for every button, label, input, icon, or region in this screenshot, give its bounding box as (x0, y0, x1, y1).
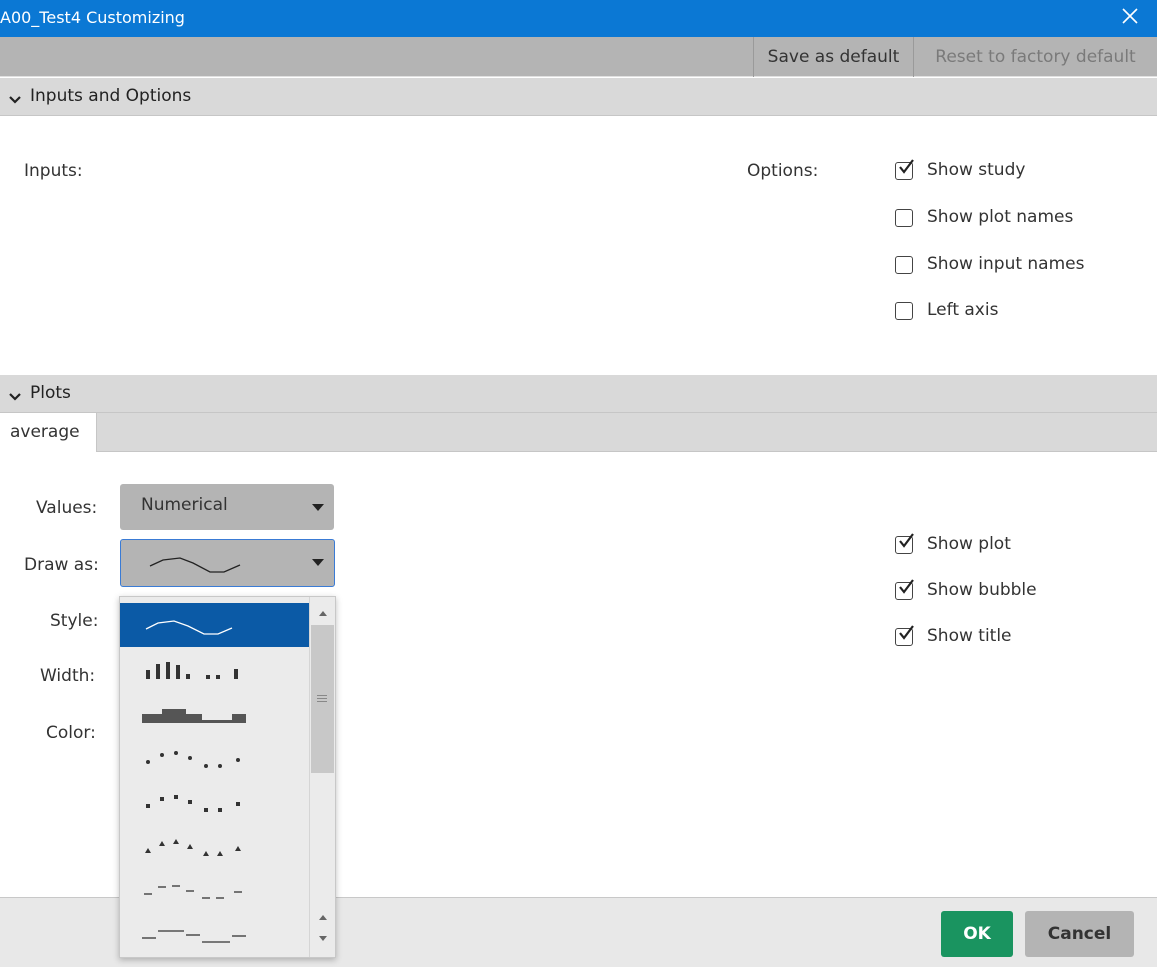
show-input-names-checkbox[interactable]: Show input names (895, 254, 1115, 278)
checkbox-checked-icon (895, 533, 914, 554)
caret-down-icon (312, 504, 324, 511)
draw-as-option-horizontal-segments[interactable] (120, 911, 310, 955)
show-bubble-checkbox[interactable]: Show bubble (895, 579, 1095, 604)
checkbox-checked-icon (895, 625, 914, 646)
scrollbar-thumb[interactable] (311, 625, 334, 773)
values-label: Values: (36, 498, 98, 518)
draw-as-option-triangles[interactable] (120, 823, 310, 867)
show-plot-names-checkbox[interactable]: Show plot names (895, 207, 1115, 231)
show-study-checkbox[interactable]: Show study (895, 159, 1115, 184)
show-title-label: Show title (927, 626, 1012, 646)
close-icon[interactable] (1119, 5, 1141, 27)
draw-as-option-squares[interactable] (120, 779, 310, 823)
draw-as-option-step-histogram[interactable] (120, 691, 310, 735)
scroll-up-arrow-icon[interactable] (319, 915, 327, 920)
dropdown-scrollbar[interactable] (309, 597, 335, 957)
draw-as-option-dashes[interactable] (120, 867, 310, 911)
cancel-button[interactable]: Cancel (1025, 911, 1134, 957)
checkbox-unchecked-icon (895, 302, 913, 320)
values-select[interactable]: Numerical (120, 484, 334, 530)
color-label: Color: (46, 723, 96, 743)
scroll-up-arrow-icon[interactable] (319, 611, 327, 616)
show-plot-checkbox[interactable]: Show plot (895, 533, 1095, 558)
checkbox-unchecked-icon (895, 256, 913, 274)
left-axis-label: Left axis (927, 300, 999, 320)
draw-as-select[interactable] (120, 539, 335, 587)
checkbox-checked-icon (895, 159, 914, 180)
section-inputs-options-header[interactable]: Inputs and Options (0, 78, 1157, 116)
plot-tabs: average (0, 413, 1157, 452)
section-plots-title: Plots (30, 383, 71, 403)
draw-as-option-histogram[interactable] (120, 647, 310, 691)
show-title-checkbox[interactable]: Show title (895, 625, 1095, 650)
show-input-names-label: Show input names (927, 254, 1085, 274)
show-plot-names-label: Show plot names (927, 207, 1074, 227)
chevron-down-icon (8, 388, 22, 401)
grip-icon (317, 695, 327, 702)
options-label: Options: (747, 161, 819, 181)
chevron-down-icon (8, 91, 22, 104)
show-study-label: Show study (927, 160, 1026, 180)
window-title: A00_Test4 Customizing (0, 8, 185, 27)
checkbox-checked-icon (895, 579, 914, 600)
draw-as-label: Draw as: (24, 555, 99, 575)
section-inputs-options-title: Inputs and Options (30, 86, 192, 106)
tab-average[interactable]: average (0, 413, 97, 452)
reset-to-factory-default-button[interactable]: Reset to factory default (913, 37, 1157, 77)
show-bubble-label: Show bubble (927, 580, 1037, 600)
ok-button[interactable]: OK (941, 911, 1013, 957)
checkbox-unchecked-icon (895, 209, 913, 227)
width-label: Width: (40, 666, 96, 686)
save-as-default-button[interactable]: Save as default (753, 37, 913, 77)
style-label: Style: (50, 611, 99, 631)
draw-as-option-line[interactable] (120, 603, 310, 647)
section-plots-header[interactable]: Plots (0, 375, 1157, 413)
inputs-label: Inputs: (24, 161, 83, 181)
scroll-down-arrow-icon[interactable] (319, 936, 327, 941)
caret-down-icon (312, 559, 324, 566)
draw-as-dropdown (119, 596, 336, 958)
values-selected-value: Numerical (141, 495, 228, 515)
window-titlebar: A00_Test4 Customizing (0, 0, 1157, 37)
draw-as-option-points[interactable] (120, 735, 310, 779)
show-plot-label: Show plot (927, 534, 1011, 554)
toolbar: Save as default Reset to factory default (0, 37, 1157, 77)
line-style-icon (148, 552, 244, 579)
left-axis-checkbox[interactable]: Left axis (895, 300, 1115, 324)
